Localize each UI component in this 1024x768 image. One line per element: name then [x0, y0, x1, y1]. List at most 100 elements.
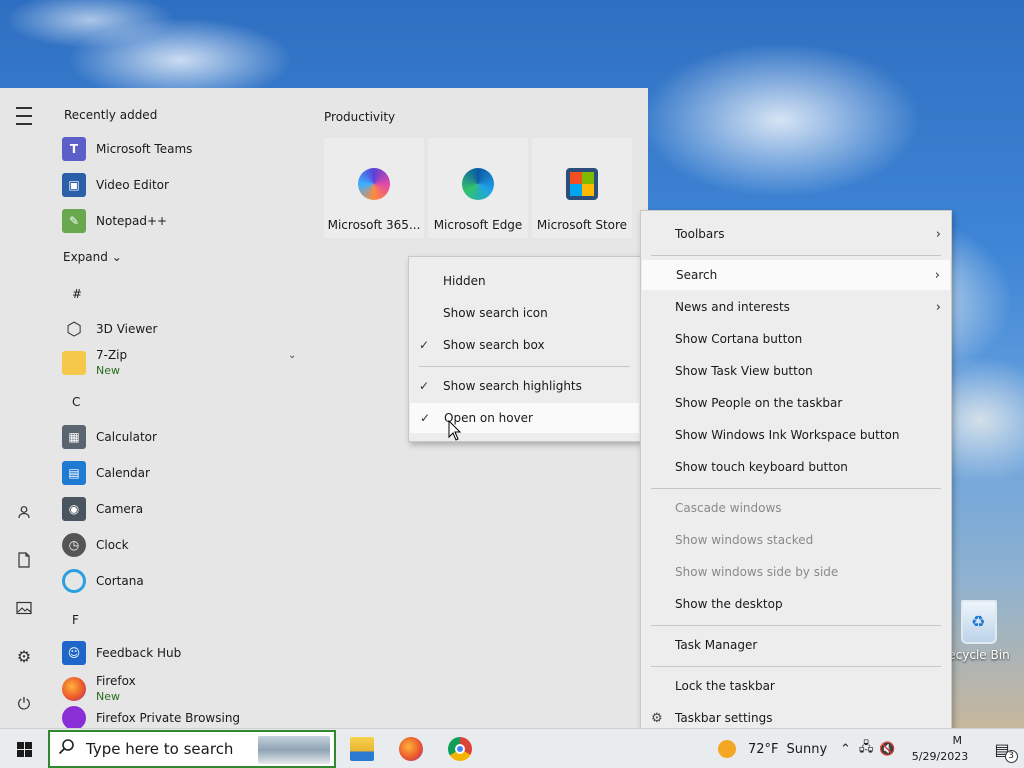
calendar-icon: ▤: [62, 461, 86, 485]
edge-icon: [462, 168, 494, 200]
weather-condition: Sunny: [786, 741, 828, 757]
app-name: 3D Viewer: [96, 321, 158, 336]
menu-item-hidden[interactable]: Hidden: [409, 266, 640, 296]
app-name: Feedback Hub: [96, 645, 182, 660]
menu-item-label: Show Windows Ink Workspace button: [675, 428, 900, 442]
taskbar-search-box[interactable]: Type here to search: [48, 730, 336, 768]
start-button[interactable]: [0, 729, 48, 768]
menu-item-label: Show the desktop: [675, 597, 783, 611]
volume-muted-icon[interactable]: 🔇: [879, 742, 895, 757]
sun-icon: [718, 740, 736, 758]
app-calendar[interactable]: ▤ Calendar: [62, 457, 306, 489]
start-rail: ⚙ ⏻: [0, 88, 48, 728]
clock-date: 5/29/2023: [911, 750, 969, 763]
menu-item-label: Cascade windows: [675, 501, 782, 515]
clock[interactable]: M 5/29/2023: [900, 733, 980, 765]
app-camera[interactable]: ◉ Camera: [62, 493, 306, 525]
chevron-right-icon: ›: [935, 226, 941, 242]
teams-icon: T: [62, 137, 86, 161]
documents-icon[interactable]: [12, 548, 36, 572]
menu-item-search[interactable]: Search ›: [642, 260, 950, 290]
file-explorer-icon[interactable]: [350, 737, 374, 761]
notification-icon: ▤ 3: [994, 740, 1018, 763]
settings-gear-icon[interactable]: ⚙: [12, 644, 36, 668]
letter-header-c[interactable]: C: [72, 395, 80, 409]
app-3d-viewer[interactable]: ⬡ 3D Viewer: [62, 313, 306, 345]
chevron-down-icon: ⌄: [111, 250, 122, 264]
cube-icon: ⬡: [66, 318, 82, 340]
app-feedback-hub[interactable]: ☺ Feedback Hub: [62, 637, 306, 669]
menu-item-lock-the-taskbar[interactable]: Lock the taskbar: [641, 671, 951, 701]
chevron-up-icon[interactable]: ⌃: [840, 742, 851, 757]
menu-item-label: Taskbar settings: [675, 711, 773, 725]
recycle-bin-icon: [961, 600, 997, 644]
video-editor-icon: ▣: [62, 173, 86, 197]
search-placeholder: Type here to search: [86, 740, 234, 758]
weather-temperature: 72°F: [748, 741, 779, 757]
expand-button[interactable]: Expand ⌄: [63, 250, 122, 264]
letter-header-hash[interactable]: #: [72, 287, 82, 301]
search-submenu: Hidden Show search icon ✓ Show search bo…: [408, 256, 641, 442]
menu-item-label: Show touch keyboard button: [675, 460, 848, 474]
power-icon[interactable]: ⏻: [12, 692, 36, 716]
notification-center-button[interactable]: ▤ 3: [980, 729, 1024, 768]
recent-app-microsoft-teams[interactable]: T Microsoft Teams: [62, 133, 306, 165]
menu-item-open-on-hover[interactable]: ✓ Open on hover: [410, 403, 639, 433]
recent-app-notepadpp[interactable]: ✎ Notepad++: [62, 205, 306, 237]
app-name: 7-Zip: [96, 348, 128, 362]
app-calculator[interactable]: ▦ Calculator: [62, 421, 306, 453]
app-name: Notepad++: [96, 213, 168, 228]
tile-microsoft-365[interactable]: Microsoft 365...: [324, 138, 424, 238]
recent-app-video-editor[interactable]: ▣ Video Editor: [62, 169, 306, 201]
search-icon: [58, 738, 80, 760]
app-firefox[interactable]: Firefox New: [62, 673, 306, 705]
notification-count: 3: [1004, 749, 1018, 763]
menu-item-news-and-interests[interactable]: News and interests ›: [641, 292, 951, 322]
pictures-icon[interactable]: [12, 596, 36, 620]
user-account-icon[interactable]: [12, 500, 36, 524]
system-tray: ⌃ 🖧 🔇: [840, 729, 896, 768]
tile-microsoft-edge[interactable]: Microsoft Edge: [428, 138, 528, 238]
calculator-icon: ▦: [62, 425, 86, 449]
cortana-icon: [62, 569, 86, 593]
checkmark-icon: ✓: [419, 379, 430, 393]
chevron-down-icon[interactable]: ⌄: [288, 350, 296, 361]
menu-separator: [651, 488, 941, 489]
hamburger-menu-icon[interactable]: [12, 104, 36, 128]
menu-item-show-search-highlights[interactable]: ✓ Show search highlights: [409, 371, 640, 401]
app-name: Camera: [96, 501, 144, 516]
menu-item-label: Task Manager: [675, 638, 758, 652]
menu-item-toolbars[interactable]: Toolbars ›: [641, 219, 951, 249]
taskbar: Type here to search 72°F Sunny ⌃ 🖧 🔇 M 5…: [0, 728, 1024, 768]
menu-item-show-search-icon[interactable]: Show search icon: [409, 298, 640, 328]
menu-item-show-task-view-button[interactable]: Show Task View button: [641, 356, 951, 386]
tile-microsoft-store[interactable]: Microsoft Store: [532, 138, 632, 238]
tiles-group-title: Productivity: [324, 110, 396, 124]
menu-separator: [419, 366, 630, 367]
store-icon: [566, 168, 598, 200]
chrome-icon[interactable]: [448, 737, 472, 761]
menu-item-show-touch-keyboard[interactable]: Show touch keyboard button: [641, 452, 951, 482]
menu-separator: [651, 666, 941, 667]
microsoft-365-icon: [358, 168, 390, 200]
menu-item-label: Show windows stacked: [675, 533, 814, 547]
app-clock[interactable]: ◷ Clock: [62, 529, 306, 561]
app-7zip[interactable]: 7-Zip New: [62, 347, 306, 379]
menu-item-show-windows-stacked: Show windows stacked: [641, 525, 951, 555]
weather-widget[interactable]: 72°F Sunny: [718, 729, 827, 768]
recycle-bin[interactable]: ecycle Bin: [944, 600, 1014, 662]
menu-item-show-the-desktop[interactable]: Show the desktop: [641, 589, 951, 619]
letter-header-f[interactable]: F: [72, 613, 79, 627]
menu-item-show-search-box[interactable]: ✓ Show search box: [409, 330, 640, 360]
menu-item-show-people[interactable]: Show People on the taskbar: [641, 388, 951, 418]
app-list: Recently added T Microsoft Teams ▣ Video…: [48, 88, 308, 730]
recently-added-heading: Recently added: [64, 108, 158, 122]
network-icon[interactable]: 🖧: [859, 738, 874, 760]
app-name: Calendar: [96, 465, 150, 480]
app-cortana[interactable]: Cortana: [62, 565, 306, 597]
menu-item-label: Toolbars: [675, 227, 725, 241]
menu-item-task-manager[interactable]: Task Manager: [641, 630, 951, 660]
menu-item-show-ink-workspace[interactable]: Show Windows Ink Workspace button: [641, 420, 951, 450]
firefox-taskbar-icon[interactable]: [399, 737, 423, 761]
menu-item-show-cortana-button[interactable]: Show Cortana button: [641, 324, 951, 354]
